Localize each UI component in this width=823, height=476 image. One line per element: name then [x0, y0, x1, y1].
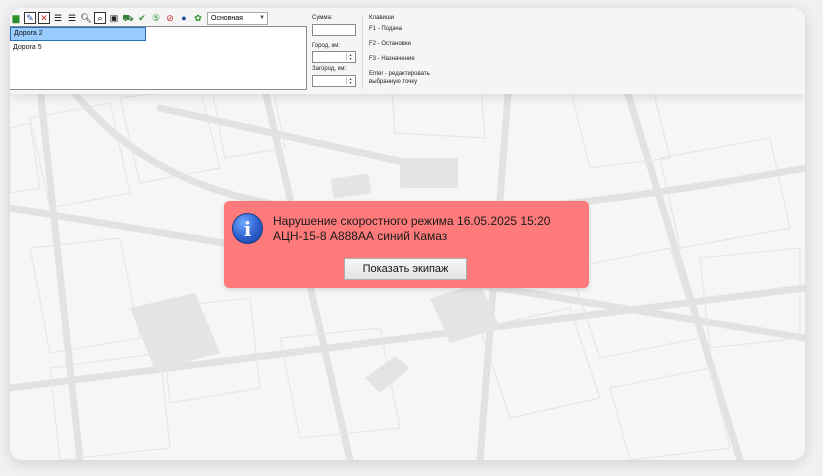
sum-field[interactable]: [312, 24, 356, 36]
list-add-icon[interactable]: ☰: [52, 12, 64, 24]
delete-doc-icon[interactable]: ✕: [38, 12, 50, 24]
spin-icon[interactable]: ▴ ▾: [346, 77, 354, 85]
list-insert-icon[interactable]: ☰: [66, 12, 78, 24]
list-item[interactable]: Дорога 2: [10, 27, 146, 41]
save-icon[interactable]: ▣: [108, 12, 120, 24]
route-select[interactable]: Основная ▼: [207, 11, 268, 25]
zoom-icon[interactable]: 🔍︎: [80, 12, 92, 24]
chart-icon[interactable]: ▆: [10, 12, 22, 24]
toolbar: ▆ ✎ ✕ ☰ ☰ 🔍︎ ⌕ ▣ ⛟ ✔ ⑤ ⊘ ● ✿ Основная ▼: [10, 11, 268, 25]
city-km-field[interactable]: ▴ ▾: [312, 51, 356, 63]
speed-violation-alert: i Нарушение скоростного режима 16.05.202…: [224, 201, 589, 288]
sum-label: Сумма:: [312, 15, 333, 21]
route-select-value: Основная: [211, 14, 243, 22]
check-icon[interactable]: ✔: [136, 12, 148, 24]
hotkeys-title: Клавиши: [369, 15, 395, 21]
info-icon: i: [232, 213, 263, 244]
hotkey-f2: F2 - Остановки: [369, 41, 411, 47]
hotkey-enter: Enter - редактировать: [369, 71, 430, 77]
city-km-label: Город, км:: [312, 43, 340, 49]
stop-icon[interactable]: ⊘: [164, 12, 176, 24]
hotkeys-panel: Клавиши F1 - Подача F2 - Остановки F3 - …: [362, 15, 447, 89]
number-5-icon[interactable]: ⑤: [150, 12, 162, 24]
search-doc-icon[interactable]: ⌕: [94, 12, 106, 24]
hotkey-f3: F3 - Назначение: [369, 56, 415, 62]
route-list[interactable]: Дорога 2 Дорога 5: [10, 26, 307, 90]
top-panel: ▆ ✎ ✕ ☰ ☰ 🔍︎ ⌕ ▣ ⛟ ✔ ⑤ ⊘ ● ✿ Основная ▼ …: [10, 8, 805, 94]
edit-doc-icon[interactable]: ✎: [24, 12, 36, 24]
network-icon[interactable]: ✿: [192, 12, 204, 24]
suburb-km-label: Загород, км:: [312, 66, 347, 72]
globe-icon[interactable]: ●: [178, 12, 190, 24]
show-crew-button[interactable]: Показать экипаж: [344, 258, 467, 280]
hotkey-f1: F1 - Подача: [369, 26, 403, 32]
chevron-down-icon: ▼: [259, 15, 265, 21]
app-window: ▆ ✎ ✕ ☰ ☰ 🔍︎ ⌕ ▣ ⛟ ✔ ⑤ ⊘ ● ✿ Основная ▼ …: [10, 8, 805, 460]
vehicle-icon[interactable]: ⛟: [122, 12, 134, 24]
hotkey-enter-desc: выбранную точку: [369, 79, 418, 85]
alert-vehicle: АЦН-15-8 А888АА синий Камаз: [273, 229, 448, 243]
suburb-km-field[interactable]: ▴ ▾: [312, 75, 356, 87]
alert-message: Нарушение скоростного режима 16.05.2025 …: [273, 214, 551, 228]
list-item[interactable]: Дорога 5: [10, 41, 306, 55]
spin-icon[interactable]: ▴ ▾: [346, 53, 354, 61]
